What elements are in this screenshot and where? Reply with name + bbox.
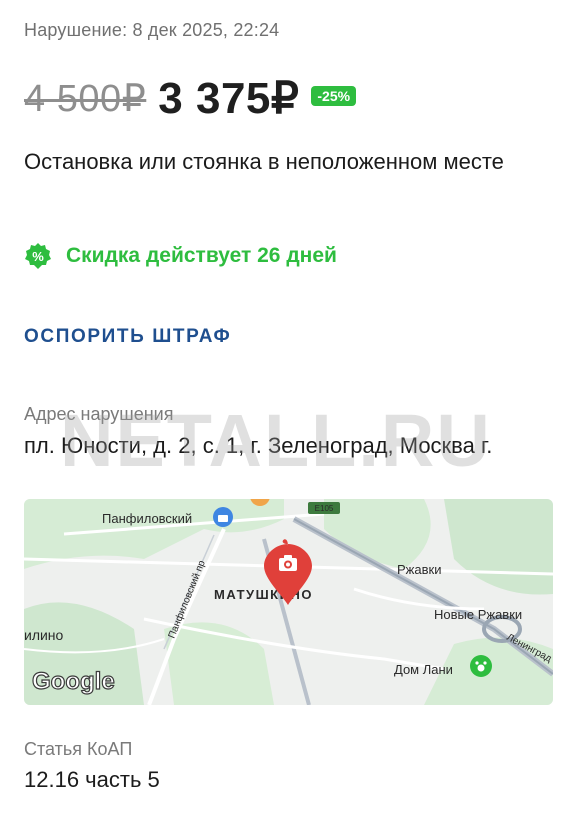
- map-label-new-rzhavki: Новые Ржавки: [434, 607, 522, 622]
- address-value: пл. Юности, д. 2, с. 1, г. Зеленоград, М…: [24, 433, 493, 458]
- price-row: 4 500₽ 3 375₽ -25%: [24, 70, 357, 126]
- map-canvas: E105 Панфиловский Панфиловский пр МАТУШК…: [24, 499, 553, 705]
- map-label-dom-lani: Дом Лани: [394, 662, 453, 677]
- article-label: Статья КоАП: [24, 739, 133, 759]
- google-logo: Google: [32, 668, 115, 695]
- road-code-label: E105: [315, 504, 334, 513]
- discount-notice: % Скидка действует 26 дней: [24, 242, 337, 270]
- old-price: 4 500₽: [24, 77, 147, 120]
- discount-text: Скидка действует 26 дней: [66, 244, 337, 267]
- violation-date: Нарушение: 8 дек 2025, 22:24: [24, 20, 280, 40]
- discount-percent-badge: -25%: [311, 86, 357, 106]
- map-label-panfilovsky: Панфиловский: [102, 511, 192, 526]
- dispute-fine-button[interactable]: ОСПОРИТЬ ШТРАФ: [24, 326, 231, 348]
- svg-text:%: %: [32, 249, 44, 264]
- violation-map[interactable]: E105 Панфиловский Панфиловский пр МАТУШК…: [24, 499, 553, 705]
- percent-badge-icon: %: [25, 243, 51, 269]
- map-label-rzhavki: Ржавки: [397, 562, 441, 577]
- map-label-ilino: илино: [24, 627, 64, 643]
- address-label: Адрес нарушения: [24, 404, 174, 424]
- article-value: 12.16 часть 5: [24, 767, 160, 792]
- violation-title: Остановка или стоянка в неположенном мес…: [24, 149, 504, 174]
- new-price: 3 375₽: [158, 73, 300, 123]
